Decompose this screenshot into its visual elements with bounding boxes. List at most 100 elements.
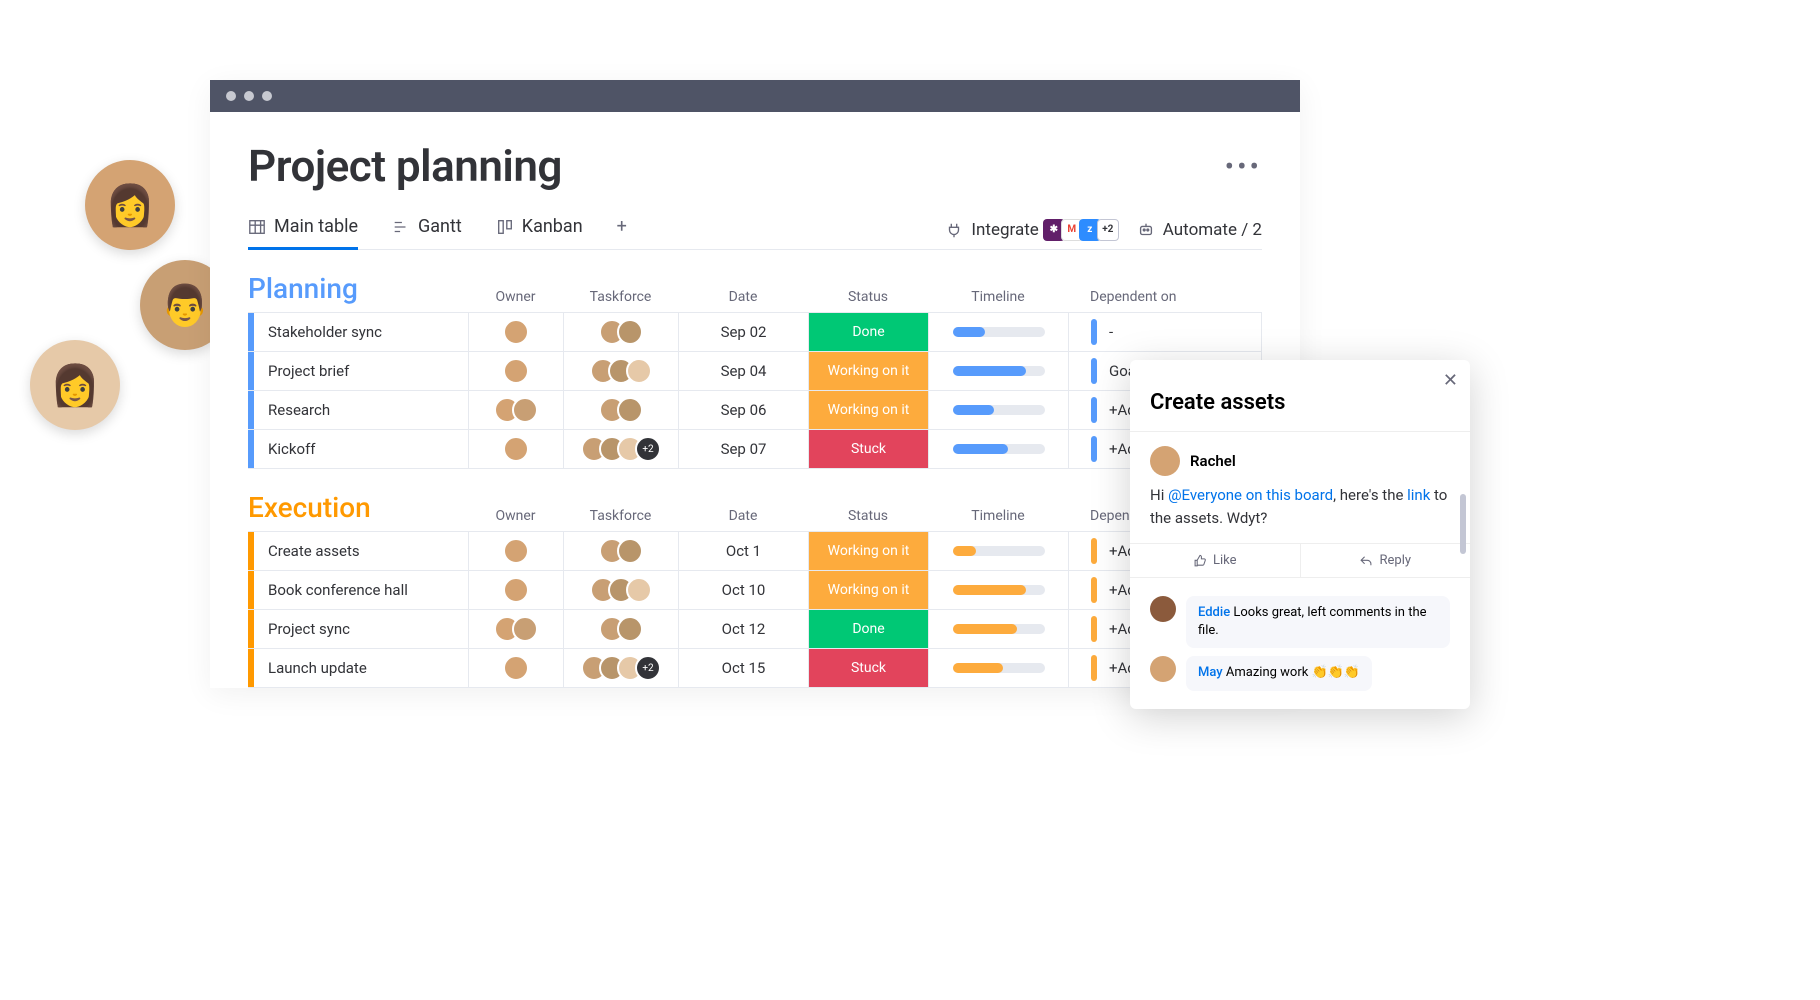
avatar[interactable] [617, 319, 643, 345]
column-header[interactable]: Status [808, 289, 928, 305]
column-header[interactable]: Dependent on [1068, 289, 1262, 305]
window-control[interactable] [226, 91, 236, 101]
timeline-cell[interactable] [928, 571, 1068, 609]
task-row[interactable]: Project sync Oct 12 Done +Add [248, 609, 1262, 649]
timeline-cell[interactable] [928, 430, 1068, 468]
column-header[interactable]: Date [678, 289, 808, 305]
group-name[interactable]: Execution [248, 491, 468, 524]
automate-button[interactable]: Automate / 2 [1137, 220, 1262, 240]
status-cell[interactable]: Working on it [808, 391, 928, 429]
timeline-cell[interactable] [928, 532, 1068, 570]
task-row[interactable]: Research Sep 06 Working on it +Add [248, 390, 1262, 430]
task-row[interactable]: Create assets Oct 1 Working on it +Add [248, 531, 1262, 571]
avatar[interactable] [626, 577, 652, 603]
board-menu-icon[interactable]: ••• [1225, 150, 1262, 183]
window-control[interactable] [262, 91, 272, 101]
owner-cell[interactable] [468, 313, 563, 351]
task-name[interactable]: Launch update [254, 649, 468, 687]
tab-gantt[interactable]: Gantt [392, 210, 462, 250]
timeline-cell[interactable] [928, 649, 1068, 687]
reply-author[interactable]: May [1198, 665, 1223, 680]
status-cell[interactable]: Working on it [808, 571, 928, 609]
taskforce-cell[interactable] [563, 610, 678, 648]
task-row[interactable]: Stakeholder sync Sep 02 Done - [248, 312, 1262, 352]
date-cell[interactable]: Sep 02 [678, 313, 808, 351]
status-cell[interactable]: Working on it [808, 352, 928, 390]
window-control[interactable] [244, 91, 254, 101]
owner-cell[interactable] [468, 571, 563, 609]
avatar[interactable] [503, 319, 529, 345]
avatar[interactable] [617, 397, 643, 423]
owner-cell[interactable] [468, 430, 563, 468]
avatar[interactable] [617, 538, 643, 564]
owner-cell[interactable] [468, 532, 563, 570]
task-row[interactable]: Book conference hall Oct 10 Working on i… [248, 570, 1262, 610]
date-cell[interactable]: Sep 04 [678, 352, 808, 390]
task-row[interactable]: Kickoff +2 Sep 07 Stuck +Add [248, 429, 1262, 469]
task-name[interactable]: Create assets [254, 532, 468, 570]
task-name[interactable]: Research [254, 391, 468, 429]
owner-cell[interactable] [468, 610, 563, 648]
dependent-cell[interactable]: - [1068, 313, 1261, 351]
timeline-cell[interactable] [928, 391, 1068, 429]
task-name[interactable]: Project brief [254, 352, 468, 390]
more-integrations[interactable]: +2 [1097, 219, 1119, 241]
column-header[interactable]: Owner [468, 508, 563, 524]
column-header[interactable]: Status [808, 508, 928, 524]
avatar[interactable] [503, 358, 529, 384]
taskforce-cell[interactable] [563, 571, 678, 609]
column-header[interactable]: Timeline [928, 508, 1068, 524]
mention[interactable]: @Everyone on this board [1168, 486, 1333, 504]
taskforce-cell[interactable] [563, 391, 678, 429]
date-cell[interactable]: Sep 06 [678, 391, 808, 429]
timeline-cell[interactable] [928, 352, 1068, 390]
scrollbar[interactable] [1460, 494, 1466, 554]
taskforce-cell[interactable] [563, 532, 678, 570]
avatar[interactable] [503, 538, 529, 564]
date-cell[interactable]: Oct 12 [678, 610, 808, 648]
avatar[interactable] [512, 397, 538, 423]
task-row[interactable]: Project brief Sep 04 Working on it Goal [248, 351, 1262, 391]
avatar[interactable] [512, 616, 538, 642]
integrate-button[interactable]: Integrate ✱ M z +2 [945, 219, 1118, 241]
task-name[interactable]: Project sync [254, 610, 468, 648]
date-cell[interactable]: Sep 07 [678, 430, 808, 468]
avatar[interactable] [626, 358, 652, 384]
avatar[interactable] [503, 436, 529, 462]
status-cell[interactable]: Stuck [808, 430, 928, 468]
owner-cell[interactable] [468, 649, 563, 687]
date-cell[interactable]: Oct 1 [678, 532, 808, 570]
taskforce-cell[interactable]: +2 [563, 649, 678, 687]
avatar[interactable] [617, 616, 643, 642]
owner-cell[interactable] [468, 391, 563, 429]
timeline-cell[interactable] [928, 313, 1068, 351]
task-row[interactable]: Launch update +2 Oct 15 Stuck +Add [248, 648, 1262, 688]
column-header[interactable]: Timeline [928, 289, 1068, 305]
link[interactable]: link [1407, 486, 1430, 504]
tab-kanban[interactable]: Kanban [496, 210, 583, 250]
taskforce-cell[interactable] [563, 352, 678, 390]
avatar-overflow[interactable]: +2 [635, 655, 661, 681]
taskforce-cell[interactable] [563, 313, 678, 351]
owner-cell[interactable] [468, 352, 563, 390]
status-cell[interactable]: Working on it [808, 532, 928, 570]
avatar-overflow[interactable]: +2 [635, 436, 661, 462]
column-header[interactable]: Date [678, 508, 808, 524]
tab-main-table[interactable]: Main table [248, 210, 358, 250]
taskforce-cell[interactable]: +2 [563, 430, 678, 468]
date-cell[interactable]: Oct 15 [678, 649, 808, 687]
column-header[interactable]: Taskforce [563, 289, 678, 305]
task-name[interactable]: Stakeholder sync [254, 313, 468, 351]
reply-author[interactable]: Eddie [1198, 605, 1230, 620]
avatar[interactable] [503, 655, 529, 681]
avatar[interactable] [503, 577, 529, 603]
status-cell[interactable]: Done [808, 610, 928, 648]
column-header[interactable]: Owner [468, 289, 563, 305]
reply-button[interactable]: Reply [1301, 544, 1471, 577]
group-name[interactable]: Planning [248, 272, 468, 305]
add-view-button[interactable]: + [617, 210, 627, 250]
column-header[interactable]: Taskforce [563, 508, 678, 524]
like-button[interactable]: Like [1130, 544, 1301, 577]
close-icon[interactable]: ✕ [1443, 370, 1458, 391]
task-name[interactable]: Book conference hall [254, 571, 468, 609]
